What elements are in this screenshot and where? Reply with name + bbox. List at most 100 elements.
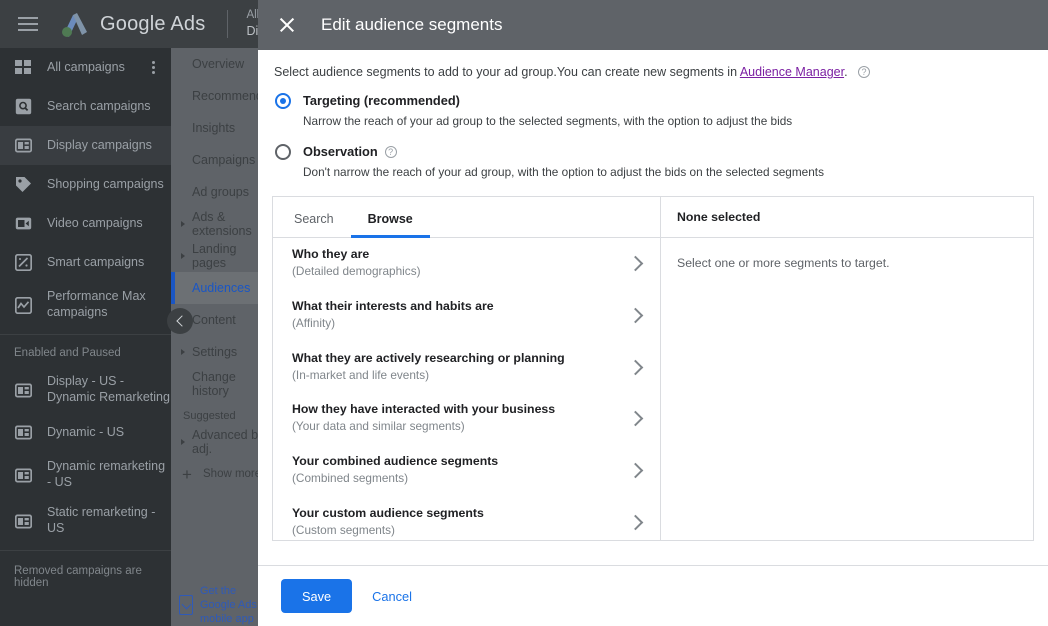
help-icon[interactable]: ? [384, 146, 397, 158]
radio-texts: Observation? Don't narrow the reach of yo… [303, 143, 824, 179]
screen: Google Ads All campaigns Display campaig… [0, 0, 1048, 626]
browse-row[interactable]: What they are actively researching or pl… [273, 341, 660, 393]
browse-row-title: How they have interacted with your busin… [292, 402, 556, 417]
chevron-right-icon[interactable] [627, 514, 644, 531]
secondary-nav: Overview Recommendations Insights Campaigns… [171, 48, 296, 626]
browse-row[interactable]: Your custom audience segments (Custom seg… [273, 496, 660, 540]
browse-row-subtitle: (Your data and similar segments) [292, 419, 465, 434]
intro-text: Select audience segments to add to your … [274, 65, 740, 79]
segments-panels: Search Browse Who they are (Detailed demog… [272, 196, 1034, 541]
subnav-item-settings[interactable]: Settings [171, 336, 271, 368]
sidebar-campaign-item[interactable]: Dynamic - US [0, 413, 171, 452]
sidebar-item-label: Shopping campaigns [47, 176, 164, 191]
targeting-mode-radio-group: Targeting (recommended) Narrow the reach … [272, 79, 1034, 179]
subnav-item-label: Audiences [192, 281, 251, 295]
browse-row[interactable]: Who they are (Detailed demographics) [273, 238, 660, 290]
browse-row-texts: Who they are (Detailed demographics) [292, 247, 630, 280]
sidebar-campaign-label: Display - US - Dynamic Remarketing [47, 374, 170, 404]
expand-caret-icon [181, 349, 185, 355]
targeting-option: Observation? Don't narrow the reach of yo… [275, 143, 1034, 179]
chevron-right-icon[interactable] [627, 359, 644, 375]
expand-caret-icon [181, 439, 185, 445]
subnav-item-ads-extensions[interactable]: Ads & extensions [171, 208, 271, 240]
subnav-item-overview[interactable]: Overview [171, 48, 271, 80]
browse-row-texts: How they have interacted with your busin… [292, 402, 630, 435]
trend-icon [14, 296, 33, 315]
brand-prefix: Google [100, 12, 166, 35]
wand-icon [14, 253, 33, 272]
sidebar-campaign-item[interactable]: Static remarketing - US [0, 498, 171, 544]
radio-label: Targeting (recommended) [303, 93, 460, 108]
google-ads-logo-icon [60, 10, 90, 38]
subnav-item-ad-groups[interactable]: Ad groups [171, 176, 271, 208]
subnav-item-label: Campaigns [192, 153, 256, 167]
secondary-nav-list: Overview Recommendations Insights Campaigns… [171, 48, 296, 400]
suggested-item[interactable]: Advanced bid adj. [171, 426, 271, 458]
sidebar-item-video-campaigns[interactable]: Video campaigns [0, 204, 171, 243]
radio-button[interactable] [275, 144, 291, 160]
mobile-phone-icon [179, 595, 193, 615]
tab-search[interactable]: Search [277, 212, 351, 237]
chevron-right-icon[interactable] [627, 411, 644, 427]
sidebar-campaign-item[interactable]: Display - US - Dynamic Remarketing [0, 367, 171, 413]
selection-empty-text: Select one or more segments to target. [677, 256, 890, 270]
expand-caret-icon [181, 253, 185, 259]
subnav-item-audiences[interactable]: Audiences [171, 272, 271, 304]
save-button[interactable]: Save [281, 579, 353, 613]
selection-header: None selected [661, 197, 1033, 238]
expand-caret-icon [181, 221, 185, 227]
chevron-right-icon[interactable] [627, 307, 644, 324]
sidebar-item-label: Smart campaigns [47, 254, 145, 269]
display-campaign-icon [14, 136, 33, 155]
subnav-item-landing-pages[interactable]: Landing pages [171, 240, 271, 272]
sidebar-item-display-campaigns[interactable]: Display campaigns [0, 126, 171, 165]
subnav-item-campaigns[interactable]: Campaigns [171, 144, 271, 176]
browse-row[interactable]: How they have interacted with your busin… [273, 393, 660, 445]
radio-button[interactable] [275, 93, 291, 109]
subnav-item-label: Insights [192, 121, 236, 135]
cancel-button[interactable]: Cancel [372, 589, 412, 604]
dialog-intro: Select audience segments to add to your … [272, 50, 1034, 79]
sidebar-campaign-item[interactable]: Dynamic remarketing - US [0, 452, 171, 498]
chevron-right-icon[interactable] [627, 256, 644, 272]
sidebar-item-search-campaigns[interactable]: Search campaigns [0, 87, 171, 126]
collapse-nav-button[interactable] [167, 308, 193, 334]
brand-title: Google Ads [100, 13, 205, 36]
subnav-item-recommendations[interactable]: Recommendations [171, 80, 296, 112]
grid-icon [14, 58, 33, 77]
radio-row-0[interactable]: Targeting (recommended) Narrow the reach … [275, 92, 1034, 128]
sidebar-item-performance-max-campaigns[interactable]: Performance Max campaigns [0, 282, 171, 328]
sidebar-item-smart-campaigns[interactable]: Smart campaigns [0, 243, 171, 282]
browse-row[interactable]: Your combined audience segments (Combined… [273, 445, 660, 497]
radio-row-1[interactable]: Observation? Don't narrow the reach of yo… [275, 143, 1034, 179]
browse-row[interactable]: What their interests and habits are (Affi… [273, 290, 660, 342]
sidebar-campaign-label: Dynamic - US [47, 424, 125, 439]
suggested-list: Advanced bid adj. [171, 426, 271, 458]
subnav-item-insights[interactable]: Insights [171, 112, 271, 144]
help-icon[interactable]: ? [858, 66, 871, 78]
audience-manager-link[interactable]: Audience Manager [740, 65, 844, 79]
radio-label: Observation [303, 144, 378, 159]
subnav-item-change-history[interactable]: Change history [171, 368, 271, 400]
close-icon[interactable] [276, 14, 298, 36]
browse-row-subtitle: (Detailed demographics) [292, 264, 421, 279]
browse-row-title: What they are actively researching or pl… [292, 350, 565, 365]
sidebar-item-all-campaigns[interactable]: All campaigns [0, 48, 171, 87]
more-options-icon[interactable] [145, 61, 161, 74]
browse-row-subtitle: (Custom segments) [292, 522, 395, 537]
radio-spacer [275, 130, 1034, 143]
segment-tabs: Search Browse [273, 197, 660, 238]
tab-browse[interactable]: Browse [350, 212, 430, 238]
radio-texts: Targeting (recommended) Narrow the reach … [303, 92, 792, 128]
search-campaign-icon [14, 97, 33, 116]
browse-row-subtitle: (In-market and life events) [292, 367, 430, 382]
chevron-right-icon[interactable] [627, 462, 644, 479]
show-more-button[interactable]: + Show more [171, 458, 271, 490]
selection-panel: None selected Select one or more segment… [661, 197, 1033, 540]
browse-row-title: Who they are [292, 247, 370, 262]
brand-suffix: Ads [170, 12, 206, 35]
hamburger-icon[interactable] [18, 17, 38, 31]
dialog-header: Edit audience segments [258, 0, 1048, 50]
sidebar-item-label: Search campaigns [47, 98, 151, 113]
sidebar-item-shopping-campaigns[interactable]: Shopping campaigns [0, 165, 171, 204]
